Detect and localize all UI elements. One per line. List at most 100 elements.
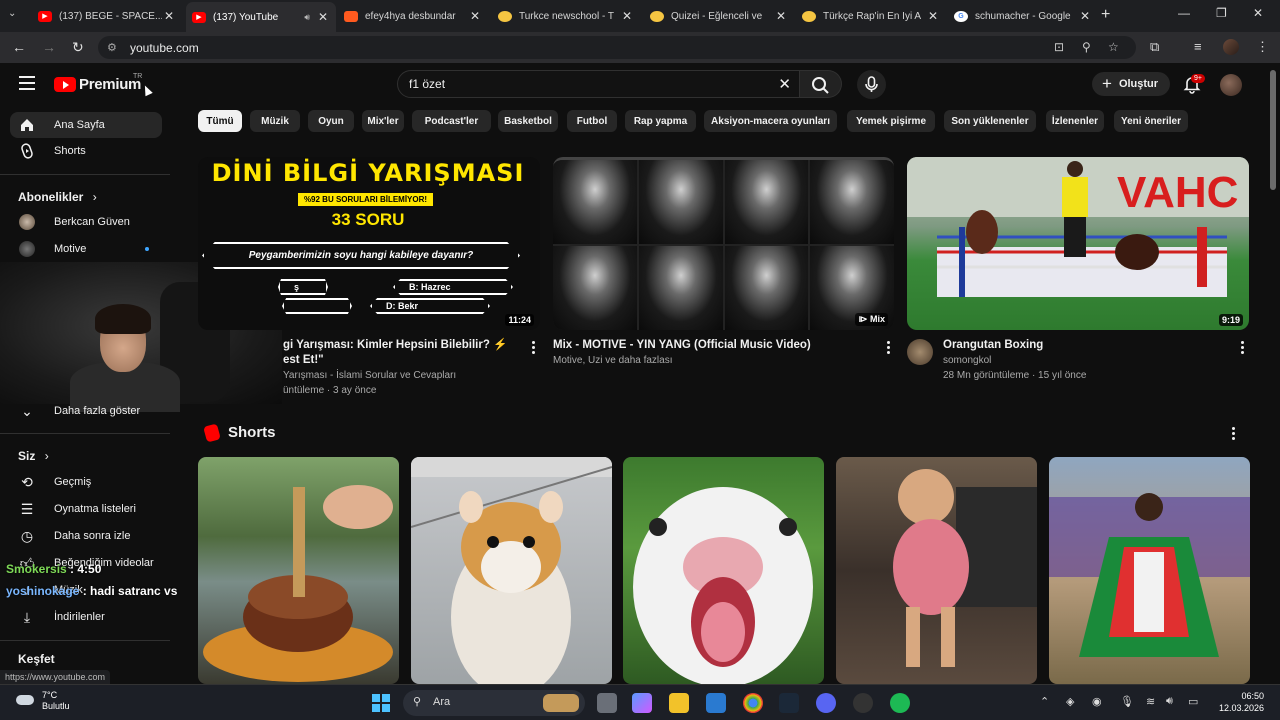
page-scrollbar[interactable] — [1270, 70, 1276, 190]
browser-tab-4[interactable]: Turkce newschool - T ✕ — [492, 4, 640, 28]
discord-icon[interactable] — [816, 693, 836, 713]
show-hidden-icons-icon[interactable]: ⌃ — [1040, 695, 1049, 708]
task-view-icon[interactable] — [597, 693, 617, 713]
tab-search-icon[interactable]: ⌄ — [8, 8, 16, 19]
chip-football[interactable]: Futbol — [567, 110, 617, 132]
close-tab-icon[interactable]: ✕ — [926, 9, 940, 23]
bookmark-star-icon[interactable]: ☆ — [1108, 40, 1119, 54]
video-thumbnail-quiz[interactable]: DİNİ BİLGİ YARIŞMASI %92 BU SORULARI BİL… — [198, 157, 540, 330]
short-thumbnail-3[interactable] — [623, 457, 824, 684]
chip-podcasts[interactable]: Podcast'ler — [412, 110, 491, 132]
chip-music[interactable]: Müzik — [250, 110, 300, 132]
obs-icon[interactable] — [853, 693, 873, 713]
copilot-icon[interactable] — [632, 693, 652, 713]
wifi-icon[interactable]: ≋ — [1146, 695, 1155, 708]
short-thumbnail-1[interactable] — [198, 457, 399, 684]
maximize-icon[interactable]: ❐ — [1216, 6, 1227, 20]
taskbar-clock[interactable]: 06:50 12.03.2026 — [1214, 690, 1264, 714]
sidebar-item-show-more[interactable]: ⌄ Daha fazla göster — [10, 398, 162, 424]
chip-gaming[interactable]: Oyun — [308, 110, 354, 132]
browser-profile-avatar[interactable] — [1223, 39, 1239, 55]
taskbar-search[interactable]: ⚲ Ara — [403, 690, 585, 716]
hamburger-menu-icon[interactable] — [19, 76, 35, 90]
chip-all[interactable]: Tümü — [198, 110, 242, 132]
battery-icon[interactable]: ▭ — [1188, 695, 1198, 708]
new-tab-plus-icon[interactable]: + — [1101, 6, 1110, 24]
short-thumbnail-4[interactable] — [836, 457, 1037, 684]
youtube-premium-logo[interactable]: Premium TR — [54, 73, 142, 93]
tray-app-icon[interactable]: ◉ — [1092, 695, 1102, 708]
reload-icon[interactable]: ↻ — [72, 39, 84, 56]
sidebar-item-channel-motive[interactable]: Motive — [10, 236, 162, 262]
video-channel[interactable]: Yarışması - İslami Sorular ve Cevapları — [283, 370, 456, 381]
video-thumbnail-mix[interactable]: ⧐ Mix — [553, 157, 894, 330]
sidebar-item-home[interactable]: Ana Sayfa — [10, 112, 162, 138]
file-explorer-icon[interactable] — [669, 693, 689, 713]
chrome-icon[interactable] — [743, 693, 763, 713]
video-thumbnail-orangutan[interactable]: VAHC 9:19 — [907, 157, 1249, 330]
chip-basketball[interactable]: Basketbol — [498, 110, 558, 132]
close-tab-icon[interactable]: ✕ — [1078, 9, 1092, 23]
clear-search-icon[interactable]: ✕ — [778, 75, 791, 93]
weather-widget[interactable]: 7°C Bulutlu — [16, 690, 70, 712]
steam-icon[interactable] — [779, 693, 799, 713]
chip-action-adventure[interactable]: Aksiyon-macera oyunları — [704, 110, 837, 132]
shorts-more-options-icon[interactable] — [1232, 427, 1236, 442]
short-thumbnail-5[interactable] — [1049, 457, 1250, 684]
address-bar[interactable]: ⚙ youtube.com ⊡ ⚲ ☆ — [98, 36, 1136, 59]
video-more-options-icon[interactable] — [1241, 341, 1245, 356]
browser-tab-3[interactable]: efey4hya desbundar ✕ — [338, 4, 488, 28]
video-more-options-icon[interactable] — [532, 341, 536, 356]
sidebar-item-channel-berkcan[interactable]: Berkcan Güven — [10, 209, 162, 235]
sidebar-item-shorts[interactable]: Shorts — [10, 138, 162, 164]
close-window-icon[interactable]: ✕ — [1253, 6, 1263, 20]
close-tab-icon[interactable]: ✕ — [316, 10, 330, 24]
browser-tab-2[interactable]: ▶ (137) YouTube 🔊︎ ✕ — [186, 2, 336, 32]
spotify-icon[interactable] — [890, 693, 910, 713]
video-channel[interactable]: somongkol — [943, 355, 991, 366]
search-input[interactable] — [409, 77, 759, 91]
close-tab-icon[interactable]: ✕ — [620, 9, 634, 23]
microphone-tray-icon[interactable]: 🎙︎ — [1120, 695, 1134, 708]
create-button[interactable]: + Oluştur — [1092, 72, 1170, 96]
browser-tab-7[interactable]: G schumacher - Google ✕ — [948, 4, 1098, 28]
chip-rap[interactable]: Rap yapma — [625, 110, 696, 132]
chip-mixes[interactable]: Mix'ler — [362, 110, 404, 132]
mail-icon[interactable] — [706, 693, 726, 713]
chip-recently-uploaded[interactable]: Son yüklenenler — [944, 110, 1036, 132]
short-thumbnail-2[interactable] — [411, 457, 612, 684]
close-tab-icon[interactable]: ✕ — [162, 9, 176, 23]
browser-menu-icon[interactable]: ⋮ — [1256, 39, 1269, 55]
speaker-icon[interactable]: 🔊︎ — [304, 12, 310, 23]
voice-search-button[interactable] — [857, 70, 886, 99]
zoom-icon[interactable]: ⚲ — [1082, 40, 1091, 54]
url-text[interactable]: youtube.com — [130, 41, 199, 55]
install-app-icon[interactable]: ⊡ — [1054, 40, 1064, 54]
video-channel[interactable]: Motive, Uzi ve daha fazlası — [553, 355, 673, 366]
video-title[interactable]: gi Yarışması: Kimler Hepsini Bilebilir? … — [283, 338, 523, 368]
close-tab-icon[interactable]: ✕ — [774, 9, 788, 23]
forward-icon[interactable]: → — [42, 39, 56, 55]
windows-start-icon[interactable] — [371, 693, 391, 713]
account-avatar[interactable] — [1220, 74, 1242, 96]
site-info-icon[interactable]: ⚙ — [107, 41, 117, 54]
channel-avatar[interactable] — [907, 339, 933, 365]
video-title[interactable]: Orangutan Boxing — [943, 338, 1223, 353]
extensions-icon[interactable]: ⧉ — [1150, 39, 1159, 55]
browser-tab-6[interactable]: Türkçe Rap'in En İyi A ✕ — [796, 4, 946, 28]
browser-tab-5[interactable]: Quizei - Eğlenceli ve ✕ — [644, 4, 794, 28]
volume-icon[interactable]: 🔊︎ — [1166, 695, 1173, 708]
subscriptions-header[interactable]: Abonelikler › — [18, 190, 97, 204]
video-more-options-icon[interactable] — [887, 341, 891, 356]
chip-watched[interactable]: İzlenenler — [1046, 110, 1104, 132]
chip-cooking[interactable]: Yemek pişirme — [847, 110, 935, 132]
browser-tab-1[interactable]: ▶ (137) BEGE - SPACE... ✕ — [32, 4, 182, 28]
tray-app-icon[interactable]: ◈ — [1066, 695, 1074, 708]
media-control-icon[interactable]: ≡ — [1194, 39, 1202, 54]
minimize-icon[interactable]: — — [1178, 6, 1190, 20]
search-button[interactable] — [800, 70, 842, 98]
close-tab-icon[interactable]: ✕ — [468, 9, 482, 23]
back-icon[interactable]: ← — [12, 39, 26, 55]
video-title[interactable]: Mix - MOTIVE - YIN YANG (Official Music … — [553, 338, 873, 353]
chip-new-to-you[interactable]: Yeni öneriler — [1114, 110, 1188, 132]
